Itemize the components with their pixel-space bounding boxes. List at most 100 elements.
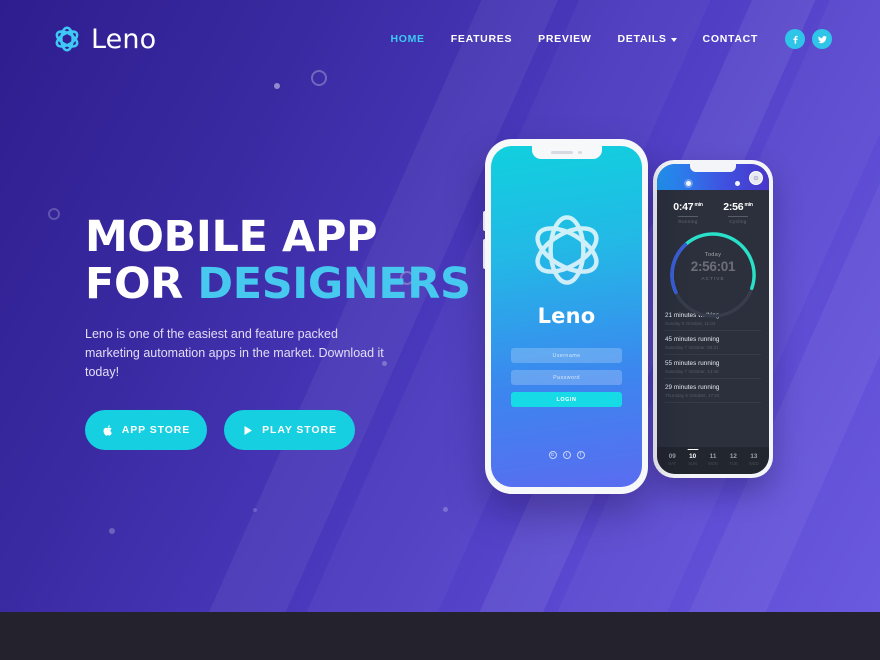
play-store-button[interactable]: PLAY STORE xyxy=(224,410,355,450)
brand-name: Leno xyxy=(91,23,157,55)
deco-dot xyxy=(443,507,448,512)
phone-back-screen: ☺ 0:47min Running 2:56min Cycling Today … xyxy=(657,164,769,474)
phone-back-notch xyxy=(690,164,736,172)
twitter-icon[interactable]: t xyxy=(562,451,571,459)
user-avatar-icon[interactable]: ☺ xyxy=(749,171,763,185)
hero-copy: MOBILE APP FOR DESIGNERS Leno is one of … xyxy=(85,214,505,450)
login-button[interactable]: LOGIN xyxy=(511,392,622,407)
phone-mockup-back: ☺ 0:47min Running 2:56min Cycling Today … xyxy=(653,160,773,478)
deco-ring xyxy=(48,208,60,220)
nav-item-features[interactable]: FEATURES xyxy=(438,33,525,45)
tab-dot-icon xyxy=(735,181,740,186)
username-input[interactable]: Username xyxy=(511,348,622,363)
hero-paragraph: Leno is one of the easiest and feature p… xyxy=(85,327,384,379)
date-number: 10 xyxy=(689,453,697,460)
nav-item-label: CONTACT xyxy=(702,33,758,45)
password-input[interactable]: Password xyxy=(511,370,622,385)
facebook-icon[interactable]: f xyxy=(576,451,585,459)
ring-time-main: 2:56 xyxy=(690,259,717,274)
footer-strip xyxy=(0,612,880,660)
play-icon xyxy=(244,425,253,435)
login-label: LOGIN xyxy=(556,396,577,403)
stat-value: 2:56 xyxy=(723,201,744,213)
stat-unit: min xyxy=(744,201,753,208)
phone-mockup-front: Leno Username Password LOGIN G t f xyxy=(483,139,648,494)
top-navigation-bar: Leno HOME FEATURES PREVIEW DETAILS CONTA… xyxy=(0,0,880,78)
date-selector: 09 SAT 10 SUN 11 MON 12 TUE 13 WED xyxy=(657,447,769,474)
list-item[interactable]: 29 minutes running Thursday 5 October, 1… xyxy=(665,379,761,403)
dashboard-tab-one[interactable] xyxy=(664,181,713,186)
date-item[interactable]: 12 TUE xyxy=(723,453,743,466)
list-item[interactable]: 45 minutes running Saturday 7 October, 0… xyxy=(665,331,761,355)
nav-item-label: HOME xyxy=(390,33,425,45)
activity-subtitle: Thursday 5 October, 17:22 xyxy=(665,393,720,398)
date-number: 13 xyxy=(750,453,758,460)
phone-front-screen: Leno Username Password LOGIN G t f xyxy=(491,146,642,487)
nav-item-label: PREVIEW xyxy=(538,33,592,45)
play-store-label: PLAY STORE xyxy=(262,424,337,436)
date-day: TUE xyxy=(729,461,738,466)
facebook-glyph xyxy=(792,35,798,44)
nav-item-label: DETAILS xyxy=(617,33,667,45)
google-plus-icon[interactable]: G xyxy=(548,451,557,459)
nav-menu: HOME FEATURES PREVIEW DETAILS CONTACT xyxy=(377,33,771,45)
stat-divider xyxy=(678,216,698,217)
list-item[interactable]: 55 minutes running Saturday 7 October, 1… xyxy=(665,355,761,379)
ring-time-seconds: :01 xyxy=(716,259,736,274)
nav-item-details[interactable]: DETAILS xyxy=(605,33,690,45)
date-item[interactable]: 13 WED xyxy=(744,453,764,466)
nav-item-preview[interactable]: PREVIEW xyxy=(525,33,604,45)
nav-item-label: FEATURES xyxy=(450,33,513,45)
nav-right-group: HOME FEATURES PREVIEW DETAILS CONTACT xyxy=(377,29,832,49)
date-number: 09 xyxy=(668,453,676,460)
username-placeholder: Username xyxy=(552,352,581,359)
headline-line-1: MOBILE APP xyxy=(85,212,378,262)
stat-label: Cycling xyxy=(729,219,747,224)
atom-logo-icon xyxy=(55,26,79,52)
phone-app-name: Leno xyxy=(537,304,596,328)
twitter-glyph: t xyxy=(565,451,568,457)
activity-subtitle: Saturday 7 October, 14:48 xyxy=(665,369,719,374)
brand-logo[interactable]: Leno xyxy=(52,24,156,55)
stat-item: 0:47min Running xyxy=(663,201,713,224)
ring-center-readout: Today 2:56:01 ACTIVE xyxy=(690,252,736,282)
chevron-down-icon xyxy=(670,37,677,42)
apple-icon xyxy=(103,424,112,436)
headline-line-2-accent: DESIGNERS xyxy=(197,259,471,309)
twitter-icon[interactable] xyxy=(812,29,832,49)
date-number: 11 xyxy=(709,453,717,460)
nav-item-contact[interactable]: CONTACT xyxy=(690,33,771,45)
google-plus-glyph: G xyxy=(550,451,555,457)
password-placeholder: Password xyxy=(553,374,580,381)
login-form: Username Password LOGIN xyxy=(491,348,642,407)
app-store-button[interactable]: APP STORE xyxy=(85,410,207,450)
date-item[interactable]: 11 MON xyxy=(703,453,723,466)
date-day: MON xyxy=(708,461,718,466)
speaker-icon xyxy=(551,151,574,154)
cta-button-group: APP STORE PLAY STORE xyxy=(85,410,505,450)
activity-title: 55 minutes running xyxy=(665,360,720,367)
deco-dot xyxy=(253,508,257,512)
date-item-selected[interactable]: 10 SUN xyxy=(682,453,702,466)
hero-section: Leno HOME FEATURES PREVIEW DETAILS CONTA… xyxy=(0,0,880,612)
ring-status-label: ACTIVE xyxy=(701,277,725,282)
phone-social-icons: G t f xyxy=(548,451,585,459)
stat-unit: min xyxy=(694,201,703,208)
stat-item: 2:56min Cycling xyxy=(713,201,763,224)
social-links xyxy=(785,29,832,49)
activity-title: 29 minutes running xyxy=(665,384,720,391)
twitter-glyph xyxy=(817,35,827,43)
stat-divider xyxy=(728,216,748,217)
nav-item-home[interactable]: HOME xyxy=(377,33,437,45)
stat-label: Running xyxy=(678,219,698,224)
activity-ring-section: Today 2:56:01 ACTIVE xyxy=(657,231,769,318)
date-item[interactable]: 09 SAT xyxy=(662,453,682,466)
page-title: MOBILE APP FOR DESIGNERS xyxy=(85,214,505,308)
stat-value: 0:47 xyxy=(673,201,694,213)
facebook-icon[interactable] xyxy=(785,29,805,49)
activity-subtitle: Saturday 7 October, 09:31 xyxy=(665,345,719,350)
date-day: WED xyxy=(748,461,759,466)
date-day: SUN xyxy=(688,461,698,466)
activity-list: 21 minutes walking Sunday 8 October, 11:… xyxy=(657,303,769,447)
dashboard-stats: 0:47min Running 2:56min Cycling xyxy=(657,190,769,231)
